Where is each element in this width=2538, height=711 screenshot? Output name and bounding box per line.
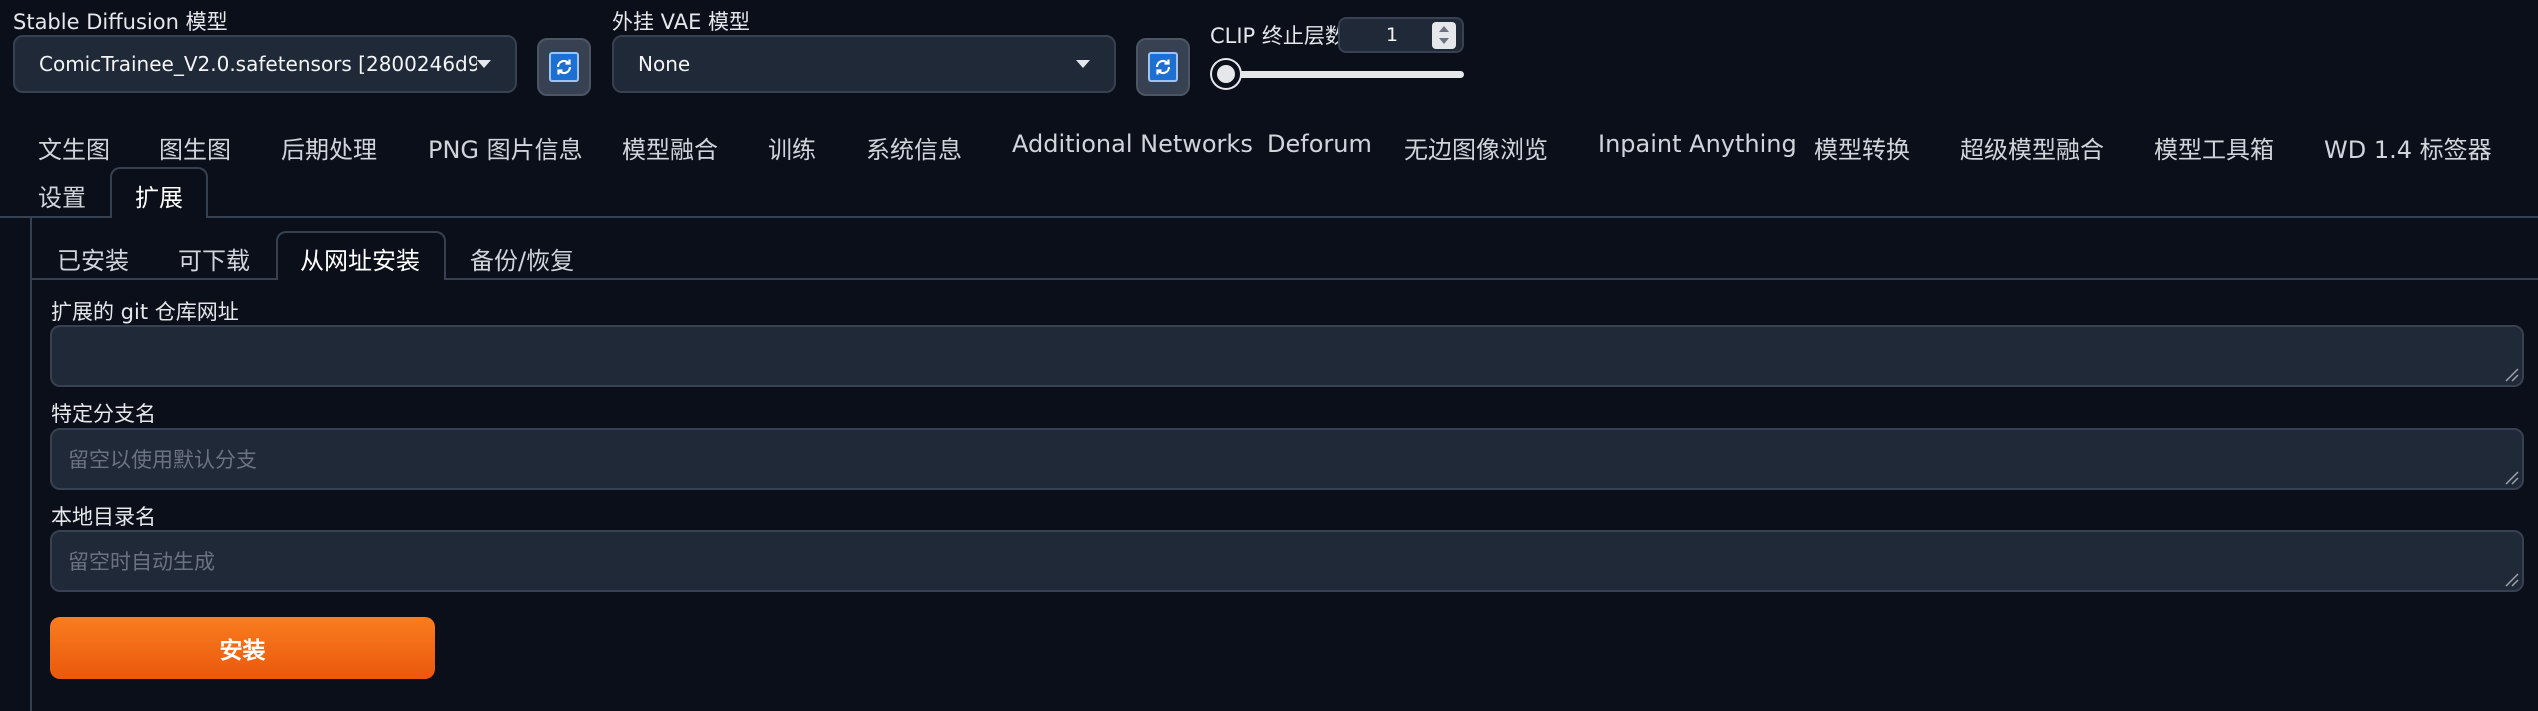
resize-grip-icon[interactable]	[2503, 571, 2519, 587]
branch-placeholder: 留空以使用默认分支	[68, 448, 257, 472]
main-tab[interactable]: 模型融合	[622, 130, 718, 165]
panel-left-border	[30, 216, 32, 711]
sub-tab[interactable]: 从网址安装	[300, 241, 420, 276]
local-dir-label: 本地目录名	[51, 505, 156, 529]
main-tab[interactable]: 文生图	[38, 130, 110, 165]
sub-tab[interactable]: 备份/恢复	[470, 241, 574, 276]
local-dir-placeholder: 留空时自动生成	[68, 550, 215, 574]
chevron-down-icon	[1076, 60, 1090, 68]
main-tab[interactable]: 系统信息	[866, 130, 962, 165]
resize-grip-icon[interactable]	[2503, 366, 2519, 382]
sd-model-label: Stable Diffusion 模型	[13, 10, 228, 34]
clip-skip-label: CLIP 终止层数	[1210, 24, 1346, 48]
refresh-icon	[1148, 52, 1178, 82]
vae-label: 外挂 VAE 模型	[612, 10, 751, 34]
main-tab[interactable]: 超级模型融合	[1960, 130, 2104, 165]
main-tab[interactable]: Deforum	[1267, 130, 1372, 158]
main-tab[interactable]: 训练	[768, 130, 816, 165]
clip-skip-slider-thumb[interactable]	[1212, 60, 1240, 88]
main-tab-divider	[0, 216, 2538, 218]
branch-input[interactable]: 留空以使用默认分支	[50, 428, 2524, 490]
sd-model-refresh-button[interactable]	[537, 38, 591, 96]
sub-tab[interactable]: 已安装	[57, 241, 129, 276]
git-url-input[interactable]	[50, 325, 2524, 387]
main-tab[interactable]: Inpaint Anything	[1598, 130, 1797, 158]
vae-dropdown[interactable]: None	[612, 35, 1116, 93]
main-tab[interactable]: 图生图	[159, 130, 231, 165]
sd-model-dropdown[interactable]: ComicTrainee_V2.0.safetensors [2800246d9…	[13, 35, 517, 93]
vae-value: None	[638, 52, 691, 76]
vae-refresh-button[interactable]	[1136, 38, 1190, 96]
chevron-down-icon	[477, 60, 491, 68]
main-tab[interactable]: Additional Networks	[1012, 130, 1253, 158]
number-spinner[interactable]	[1432, 22, 1456, 49]
main-tab[interactable]: 后期处理	[281, 130, 377, 165]
local-dir-input[interactable]: 留空时自动生成	[50, 530, 2524, 592]
install-button[interactable]: 安装	[50, 617, 435, 679]
sub-tab[interactable]: 可下载	[178, 241, 250, 276]
resize-grip-icon[interactable]	[2503, 469, 2519, 485]
clip-skip-slider[interactable]	[1226, 71, 1464, 78]
git-url-label: 扩展的 git 仓库网址	[51, 300, 239, 324]
spinner-down-icon	[1439, 38, 1449, 44]
main-tab[interactable]: 设置	[38, 178, 86, 213]
main-tab[interactable]: 模型工具箱	[2154, 130, 2274, 165]
main-tab[interactable]: PNG 图片信息	[428, 130, 583, 165]
clip-skip-input[interactable]: 1	[1338, 17, 1464, 53]
spinner-up-icon	[1439, 26, 1449, 32]
sd-model-value: ComicTrainee_V2.0.safetensors [2800246d9…	[39, 52, 477, 76]
clip-skip-value: 1	[1386, 24, 1399, 46]
branch-label: 特定分支名	[51, 402, 156, 426]
main-tab[interactable]: 无边图像浏览	[1404, 130, 1548, 165]
refresh-icon	[549, 52, 579, 82]
main-tab[interactable]: 扩展	[135, 178, 183, 213]
main-tab[interactable]: WD 1.4 标签器	[2324, 130, 2492, 165]
main-tab[interactable]: 模型转换	[1814, 130, 1910, 165]
